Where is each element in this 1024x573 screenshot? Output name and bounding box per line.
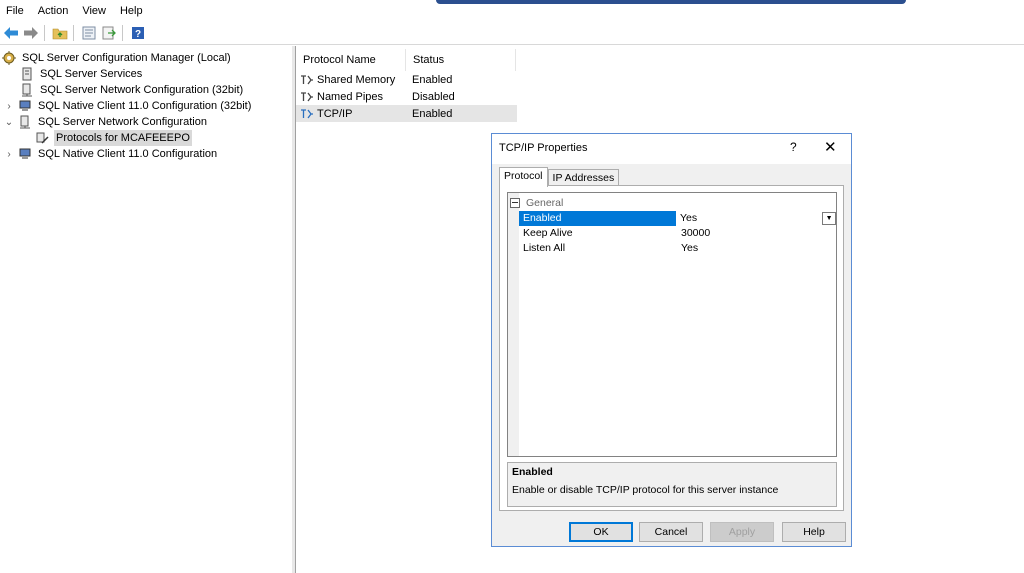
tree-item-network-config[interactable]: ⌄ SQL Server Network Configuration bbox=[4, 114, 209, 130]
window-titlebar-edge bbox=[436, 0, 906, 4]
property-name: Listen All bbox=[523, 242, 566, 254]
column-header-protocol-name[interactable]: Protocol Name bbox=[296, 49, 406, 71]
help-icon[interactable]: ? bbox=[129, 24, 147, 42]
menu-file[interactable]: File bbox=[0, 2, 31, 20]
chevron-down-icon[interactable]: ⌄ bbox=[4, 117, 14, 128]
column-header-status[interactable]: Status bbox=[406, 49, 516, 71]
protocol-name: TCP/IP bbox=[317, 107, 353, 120]
server-icon bbox=[20, 67, 34, 81]
tree-item-network-config-32bit[interactable]: SQL Server Network Configuration (32bit) bbox=[20, 82, 245, 98]
tree-item-label: SQL Server Services bbox=[40, 68, 143, 80]
category-general[interactable]: General bbox=[508, 195, 836, 210]
apply-button[interactable]: Apply bbox=[710, 522, 774, 542]
tree-root-label: SQL Server Configuration Manager (Local) bbox=[22, 52, 231, 64]
help-question-icon[interactable]: ? bbox=[790, 140, 797, 154]
tree-item-label: Protocols for MCAFEEEPO bbox=[54, 130, 192, 146]
tcpip-properties-dialog: TCP/IP Properties ? ✕ Protocol IP Addres… bbox=[491, 133, 852, 547]
cancel-button[interactable]: Cancel bbox=[639, 522, 703, 542]
list-item[interactable]: Shared Memory Enabled bbox=[296, 71, 517, 88]
dialog-tabs: Protocol IP Addresses bbox=[499, 167, 620, 187]
protocol-icon bbox=[300, 108, 314, 120]
protocol-name: Shared Memory bbox=[317, 73, 396, 86]
collapse-icon[interactable] bbox=[510, 197, 520, 208]
menu-bar: File Action View Help bbox=[0, 2, 150, 20]
protocols-icon bbox=[36, 131, 50, 145]
properties-icon[interactable] bbox=[80, 24, 98, 42]
property-grid: General Enabled Yes ▼ Keep Alive 30000 L… bbox=[507, 192, 837, 457]
network-config-icon bbox=[18, 115, 32, 129]
tree-item-native-client[interactable]: › SQL Native Client 11.0 Configuration bbox=[4, 146, 219, 162]
tree-item-sql-server-services[interactable]: SQL Server Services bbox=[20, 66, 144, 82]
protocol-status: Disabled bbox=[412, 90, 455, 103]
tree-item-label: SQL Native Client 11.0 Configuration (32… bbox=[38, 100, 252, 112]
category-label: General bbox=[526, 196, 564, 209]
property-value[interactable]: Yes bbox=[676, 211, 822, 226]
toolbar-separator bbox=[73, 25, 74, 41]
menu-help[interactable]: Help bbox=[113, 2, 150, 20]
toolbar-separator bbox=[122, 25, 123, 41]
client-computer-icon bbox=[18, 99, 32, 113]
property-name: Keep Alive bbox=[523, 227, 573, 239]
tab-protocol[interactable]: Protocol bbox=[499, 167, 548, 187]
export-list-icon[interactable] bbox=[100, 24, 118, 42]
description-text: Enable or disable TCP/IP protocol for th… bbox=[512, 484, 779, 496]
forward-icon[interactable] bbox=[22, 24, 40, 42]
protocol-name: Named Pipes bbox=[317, 90, 384, 103]
list-item[interactable]: TCP/IP Enabled bbox=[296, 105, 517, 122]
close-icon[interactable]: ✕ bbox=[824, 138, 837, 156]
property-row-listen-all[interactable]: Listen All Yes bbox=[508, 241, 836, 256]
description-title: Enabled bbox=[512, 466, 553, 478]
property-value[interactable]: Yes bbox=[677, 241, 824, 256]
tree-item-protocols[interactable]: Protocols for MCAFEEEPO bbox=[36, 130, 192, 146]
menu-view[interactable]: View bbox=[75, 2, 113, 20]
tree-item-label: SQL Server Network Configuration bbox=[38, 116, 207, 128]
ok-button[interactable]: OK bbox=[569, 522, 633, 542]
svg-text:?: ? bbox=[135, 29, 141, 40]
property-value[interactable]: 30000 bbox=[677, 226, 824, 241]
tab-ip-addresses[interactable]: IP Addresses bbox=[547, 169, 620, 186]
tree-root[interactable]: SQL Server Configuration Manager (Local) bbox=[2, 50, 233, 66]
chevron-right-icon[interactable]: › bbox=[4, 149, 14, 160]
back-icon[interactable] bbox=[2, 24, 20, 42]
help-button[interactable]: Help bbox=[782, 522, 846, 542]
toolbar-separator bbox=[44, 25, 45, 41]
protocol-status: Enabled bbox=[412, 73, 453, 86]
config-manager-icon bbox=[2, 51, 16, 65]
client-computer-icon bbox=[18, 147, 32, 161]
tree-item-label: SQL Server Network Configuration (32bit) bbox=[40, 84, 244, 96]
property-row-keep-alive[interactable]: Keep Alive 30000 bbox=[508, 226, 836, 241]
chevron-right-icon[interactable]: › bbox=[4, 101, 14, 112]
tree-item-native-client-32bit[interactable]: › SQL Native Client 11.0 Configuration (… bbox=[4, 98, 253, 114]
tab-panel: General Enabled Yes ▼ Keep Alive 30000 L… bbox=[499, 185, 844, 511]
up-folder-icon[interactable] bbox=[51, 24, 69, 42]
tree-item-label: SQL Native Client 11.0 Configuration bbox=[38, 148, 218, 160]
property-name: Enabled bbox=[518, 211, 676, 226]
list-item[interactable]: Named Pipes Disabled bbox=[296, 88, 517, 105]
toolbar: ? bbox=[0, 22, 1024, 45]
dropdown-arrow-icon[interactable]: ▼ bbox=[822, 212, 836, 225]
protocol-status: Enabled bbox=[412, 107, 453, 120]
description-panel: Enabled Enable or disable TCP/IP protoco… bbox=[507, 462, 837, 507]
menu-action[interactable]: Action bbox=[31, 2, 76, 20]
list-header: Protocol Name Status bbox=[296, 49, 516, 71]
dialog-title: TCP/IP Properties bbox=[499, 142, 588, 154]
network-config-icon bbox=[20, 83, 34, 97]
protocol-icon bbox=[300, 91, 314, 103]
dialog-titlebar: TCP/IP Properties ? ✕ bbox=[492, 134, 851, 164]
protocol-icon bbox=[300, 74, 314, 86]
property-row-enabled[interactable]: Enabled Yes ▼ bbox=[508, 211, 836, 226]
tree-pane: SQL Server Configuration Manager (Local)… bbox=[0, 46, 293, 573]
